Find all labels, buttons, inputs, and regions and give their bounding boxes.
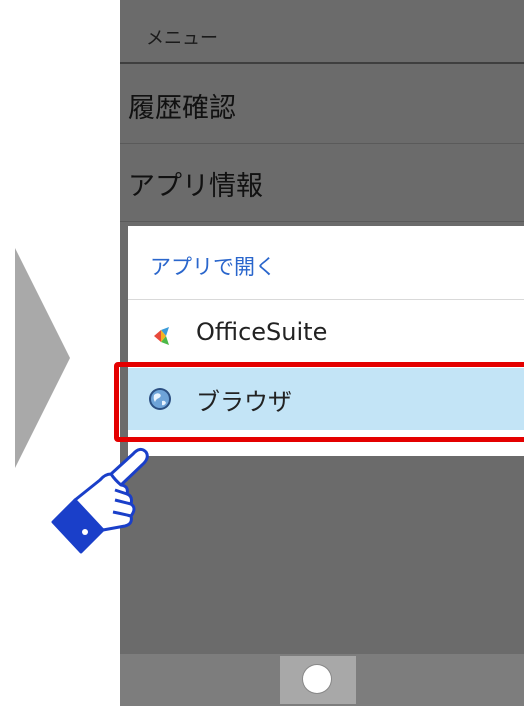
officesuite-icon: [154, 327, 169, 345]
menu-item-app-info[interactable]: アプリ情報: [120, 144, 524, 222]
menu-item-label: 履歴確認: [128, 93, 236, 124]
selection-highlight-box: [114, 362, 524, 442]
menu-header-title: メニュー: [146, 28, 218, 49]
menu-item-history[interactable]: 履歴確認: [120, 66, 524, 144]
dialog-title-text: アプリで開く: [150, 255, 276, 279]
home-button[interactable]: [280, 656, 356, 704]
navigation-bar: [120, 654, 524, 706]
menu-header: メニュー: [120, 8, 524, 64]
app-name: OfficeSuite: [196, 318, 328, 346]
app-option-officesuite[interactable]: OfficeSuite: [128, 304, 524, 366]
phone-screen: メニュー 履歴確認 アプリ情報 アプリで開く OfficeSuite ブラウザ: [120, 0, 524, 706]
home-circle-icon: [303, 665, 331, 693]
dialog-title: アプリで開く: [128, 226, 524, 300]
menu-item-label: アプリ情報: [128, 171, 263, 202]
next-step-arrow-icon: [15, 248, 70, 468]
pointing-hand-icon: [51, 447, 149, 554]
